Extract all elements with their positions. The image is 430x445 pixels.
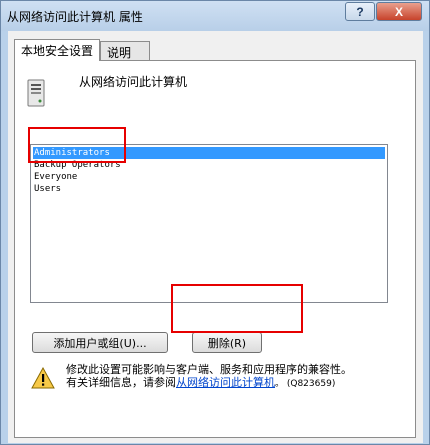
- dialog-body: 本地安全设置 说明 从网络访问此计算机 Administrators Backu…: [8, 31, 423, 443]
- tab-explain[interactable]: 说明: [100, 41, 150, 61]
- policy-title: 从网络访问此计算机: [79, 75, 188, 89]
- tab-local-security-setting[interactable]: 本地安全设置: [14, 39, 100, 61]
- list-item-administrators[interactable]: Administrators: [33, 147, 385, 159]
- warning-icon: [31, 367, 55, 389]
- list-item-users[interactable]: Users: [33, 183, 385, 195]
- account-listbox[interactable]: Administrators Backup Operators Everyone…: [30, 144, 388, 303]
- warning-line-1: 修改此设置可能影响与客户端、服务和应用程序的兼容性。: [66, 363, 352, 376]
- list-item-backup-operators[interactable]: Backup Operators: [33, 159, 385, 171]
- computer-icon: [27, 79, 45, 107]
- policy-help-link[interactable]: 从网络访问此计算机: [176, 376, 275, 389]
- remove-button[interactable]: 删除(R): [192, 332, 262, 353]
- warning-line-2: 有关详细信息，请参阅从网络访问此计算机。 (Q823659): [66, 376, 336, 389]
- add-user-or-group-button[interactable]: 添加用户或组(U)...: [32, 332, 168, 353]
- help-button[interactable]: ?: [345, 2, 375, 21]
- compatibility-warning: 修改此设置可能影响与客户端、服务和应用程序的兼容性。 有关详细信息，请参阅从网络…: [66, 363, 352, 391]
- tab-panel: 从网络访问此计算机 Administrators Backup Operator…: [14, 60, 416, 438]
- window-title: 从网络访问此计算机 属性: [7, 10, 143, 24]
- list-item-everyone[interactable]: Everyone: [33, 171, 385, 183]
- properties-window: 从网络访问此计算机 属性 ? X 本地安全设置 说明 从网络访问此计算机 Adm…: [0, 0, 430, 445]
- title-bar[interactable]: 从网络访问此计算机 属性 ? X: [1, 1, 429, 31]
- help-icon: ?: [356, 4, 364, 19]
- close-icon: X: [394, 4, 403, 19]
- close-button[interactable]: X: [376, 2, 422, 21]
